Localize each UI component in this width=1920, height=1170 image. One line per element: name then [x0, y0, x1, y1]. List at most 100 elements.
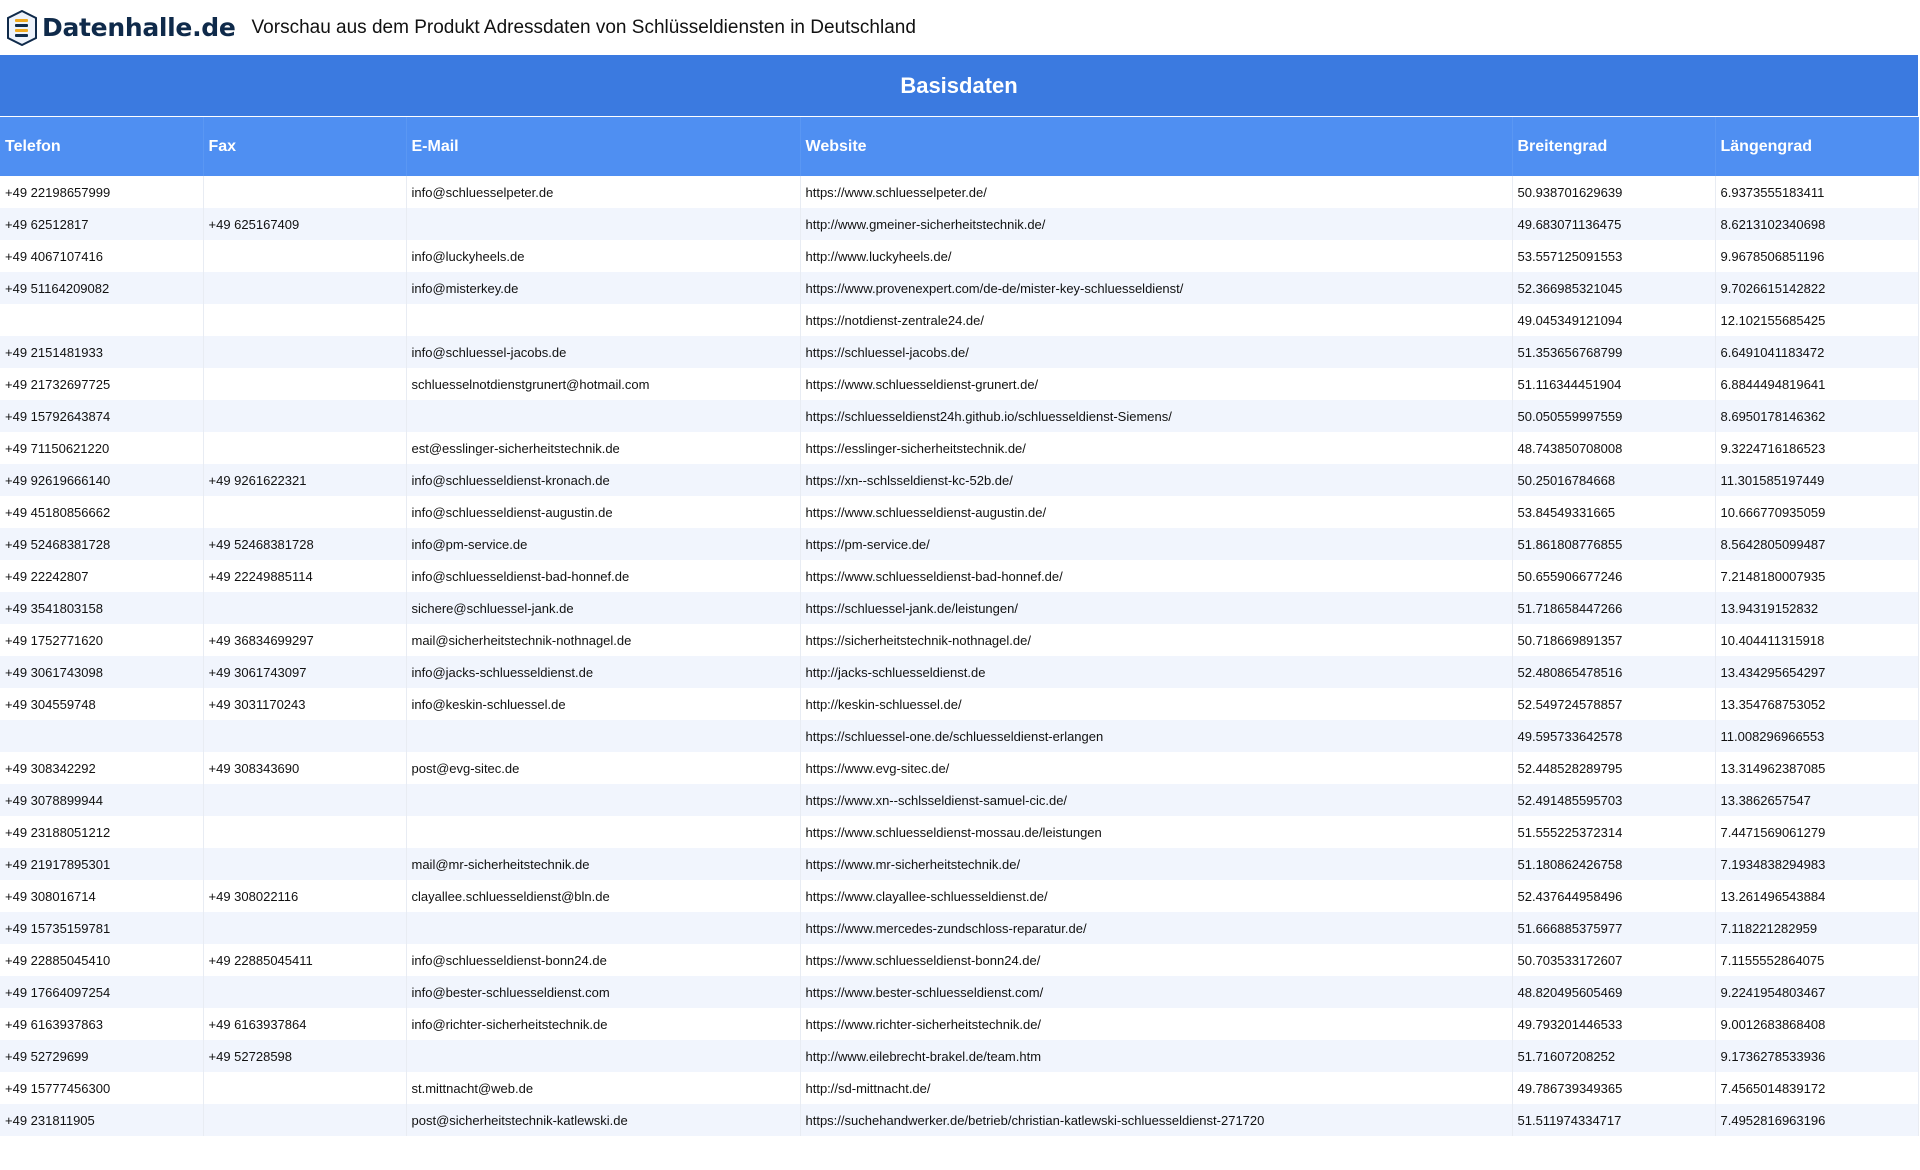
website-cell[interactable]: https://xn--schlsseldienst-kc-52b.de/ [800, 464, 1513, 496]
email-cell[interactable]: schluesselnotdienstgrunert@hotmail.com [406, 368, 801, 400]
website-cell[interactable]: https://www.schluesseldienst-augustin.de… [800, 496, 1513, 528]
breitengrad-cell: 51.71607208252 [1512, 1040, 1716, 1072]
table-row: +49 45180856662 info@schluesseldienst-aug… [0, 496, 1919, 528]
fax-cell: +49 308343690 [203, 752, 407, 784]
website-cell[interactable]: https://schluesseldienst24h.github.io/sc… [800, 400, 1513, 432]
email-cell[interactable] [406, 400, 801, 432]
breitengrad-cell: 49.045349121094 [1512, 304, 1716, 336]
email-cell[interactable] [406, 912, 801, 944]
laengengrad-cell: 9.9678506851196 [1715, 240, 1919, 272]
website-cell[interactable]: https://www.schluesseldienst-grunert.de/ [800, 368, 1513, 400]
email-cell[interactable]: clayallee.schluesseldienst@bln.de [406, 880, 801, 912]
email-cell[interactable]: mail@sicherheitstechnik-nothnagel.de [406, 624, 801, 656]
column-header-website[interactable]: Website [800, 116, 1513, 176]
email-cell[interactable]: est@esslinger-sicherheitstechnik.de [406, 432, 801, 464]
email-cell[interactable]: info@luckyheels.de [406, 240, 801, 272]
website-cell[interactable]: http://jacks-schluesseldienst.de [800, 656, 1513, 688]
laengengrad-cell: 7.118221282959 [1715, 912, 1919, 944]
page-title: Vorschau aus dem Produkt Adressdaten von… [251, 16, 916, 38]
email-cell[interactable]: info@misterkey.de [406, 272, 801, 304]
email-cell[interactable]: post@evg-sitec.de [406, 752, 801, 784]
email-cell[interactable] [406, 784, 801, 816]
website-cell[interactable]: http://sd-mittnacht.de/ [800, 1072, 1513, 1104]
logo-text: Datenhalle.de [42, 13, 236, 42]
website-cell[interactable]: https://www.schluesselpeter.de/ [800, 176, 1513, 208]
telefon-cell: +49 45180856662 [0, 496, 204, 528]
column-header-breitengrad[interactable]: Breitengrad [1512, 116, 1716, 176]
email-cell[interactable] [406, 304, 801, 336]
website-cell[interactable]: https://www.mercedes-zundschloss-reparat… [800, 912, 1513, 944]
telefon-cell: +49 15792643874 [0, 400, 204, 432]
website-cell[interactable]: https://schluessel-jacobs.de/ [800, 336, 1513, 368]
breitengrad-cell: 51.116344451904 [1512, 368, 1716, 400]
website-cell[interactable]: https://www.mr-sicherheitstechnik.de/ [800, 848, 1513, 880]
website-cell[interactable]: https://www.bester-schluesseldienst.com/ [800, 976, 1513, 1008]
fax-cell: +49 36834699297 [203, 624, 407, 656]
website-cell[interactable]: https://notdienst-zentrale24.de/ [800, 304, 1513, 336]
website-cell[interactable]: https://suchehandwerker.de/betrieb/chris… [800, 1104, 1513, 1136]
website-cell[interactable]: https://www.evg-sitec.de/ [800, 752, 1513, 784]
website-cell[interactable]: http://www.luckyheels.de/ [800, 240, 1513, 272]
email-cell[interactable] [406, 816, 801, 848]
breitengrad-cell: 51.555225372314 [1512, 816, 1716, 848]
breitengrad-cell: 48.820495605469 [1512, 976, 1716, 1008]
website-cell[interactable]: https://www.schluesseldienst-mossau.de/l… [800, 816, 1513, 848]
email-cell[interactable]: info@jacks-schluesseldienst.de [406, 656, 801, 688]
email-cell[interactable] [406, 208, 801, 240]
email-cell[interactable]: info@richter-sicherheitstechnik.de [406, 1008, 801, 1040]
website-cell[interactable]: https://www.richter-sicherheitstechnik.d… [800, 1008, 1513, 1040]
website-cell[interactable]: http://www.gmeiner-sicherheitstechnik.de… [800, 208, 1513, 240]
email-cell[interactable]: info@schluesseldienst-augustin.de [406, 496, 801, 528]
email-cell[interactable]: st.mittnacht@web.de [406, 1072, 801, 1104]
website-cell[interactable]: http://keskin-schluessel.de/ [800, 688, 1513, 720]
website-cell[interactable]: https://schluessel-jank.de/leistungen/ [800, 592, 1513, 624]
laengengrad-cell: 13.314962387085 [1715, 752, 1919, 784]
website-cell[interactable]: https://www.schluesseldienst-bonn24.de/ [800, 944, 1513, 976]
laengengrad-cell: 8.6950178146362 [1715, 400, 1919, 432]
fax-cell: +49 9261622321 [203, 464, 407, 496]
email-cell[interactable]: info@bester-schluesseldienst.com [406, 976, 801, 1008]
email-cell[interactable]: info@schluesselpeter.de [406, 176, 801, 208]
fax-cell: +49 3031170243 [203, 688, 407, 720]
email-cell[interactable]: info@schluesseldienst-kronach.de [406, 464, 801, 496]
table-row: +49 52468381728 +49 52468381728 info@pm-se… [0, 528, 1919, 560]
table-row: +49 2151481933 info@schluessel-jacobs.de h… [0, 336, 1919, 368]
website-cell[interactable]: https://esslinger-sicherheitstechnik.de/ [800, 432, 1513, 464]
table-row: +49 22885045410 +49 22885045411 info@schlu… [0, 944, 1919, 976]
telefon-cell: +49 92619666140 [0, 464, 204, 496]
fax-cell [203, 720, 407, 752]
email-cell[interactable]: sichere@schluessel-jank.de [406, 592, 801, 624]
email-cell[interactable] [406, 720, 801, 752]
email-cell[interactable] [406, 1040, 801, 1072]
column-header-email[interactable]: E-Mail [406, 116, 801, 176]
email-cell[interactable]: mail@mr-sicherheitstechnik.de [406, 848, 801, 880]
laengengrad-cell: 12.102155685425 [1715, 304, 1919, 336]
fax-cell [203, 336, 407, 368]
column-header-fax[interactable]: Fax [203, 116, 407, 176]
website-cell[interactable]: https://www.clayallee-schluesseldienst.d… [800, 880, 1513, 912]
email-cell[interactable]: info@keskin-schluessel.de [406, 688, 801, 720]
website-cell[interactable]: https://pm-service.de/ [800, 528, 1513, 560]
email-cell[interactable]: info@schluesseldienst-bonn24.de [406, 944, 801, 976]
email-cell[interactable]: info@pm-service.de [406, 528, 801, 560]
column-header-telefon[interactable]: Telefon [0, 116, 204, 176]
laengengrad-cell: 7.4565014839172 [1715, 1072, 1919, 1104]
laengengrad-cell: 13.261496543884 [1715, 880, 1919, 912]
table-row: +49 3061743098 +49 3061743097 info@jacks-s… [0, 656, 1919, 688]
email-cell[interactable]: info@schluesseldienst-bad-honnef.de [406, 560, 801, 592]
laengengrad-cell: 13.354768753052 [1715, 688, 1919, 720]
email-cell[interactable]: info@schluessel-jacobs.de [406, 336, 801, 368]
breitengrad-cell: 49.786739349365 [1512, 1072, 1716, 1104]
website-cell[interactable]: https://www.provenexpert.com/de-de/miste… [800, 272, 1513, 304]
logo[interactable]: Datenhalle.de [6, 9, 236, 46]
laengengrad-cell: 7.1934838294983 [1715, 848, 1919, 880]
email-cell[interactable]: post@sicherheitstechnik-katlewski.de [406, 1104, 801, 1136]
column-header-laengengrad[interactable]: Längengrad [1715, 116, 1919, 176]
website-cell[interactable]: https://www.schluesseldienst-bad-honnef.… [800, 560, 1513, 592]
website-cell[interactable]: https://sicherheitstechnik-nothnagel.de/ [800, 624, 1513, 656]
website-cell[interactable]: http://www.eilebrecht-brakel.de/team.htm [800, 1040, 1513, 1072]
table-row: https://schluessel-one.de/schluesseldien… [0, 720, 1919, 752]
fax-cell [203, 400, 407, 432]
website-cell[interactable]: https://schluessel-one.de/schluesseldien… [800, 720, 1513, 752]
website-cell[interactable]: https://www.xn--schlsseldienst-samuel-ci… [800, 784, 1513, 816]
